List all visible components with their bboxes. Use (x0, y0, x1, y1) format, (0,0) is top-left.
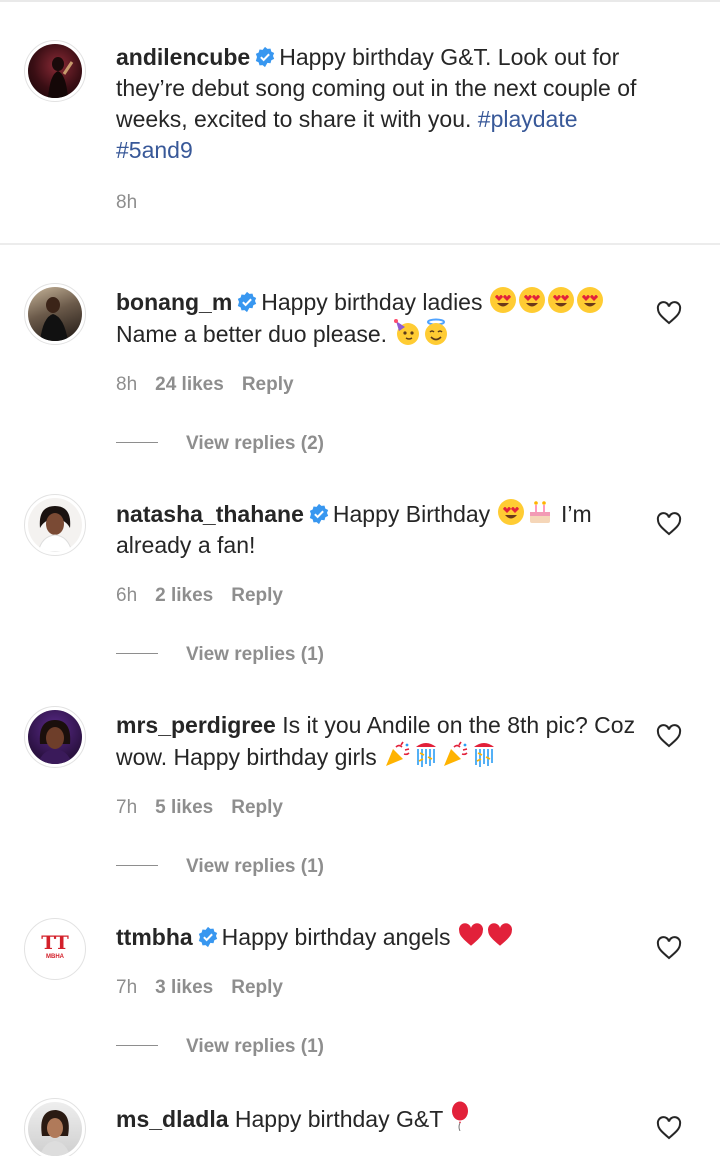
red-heart-emoji-icon (458, 923, 483, 946)
like-heart-icon[interactable] (656, 512, 682, 536)
balloon-emoji-icon (452, 1101, 469, 1131)
heart-eyes-emoji-icon (518, 287, 545, 313)
ttmbha-logo-subtext: MBHA (46, 954, 64, 960)
comment-username[interactable]: natasha_thahane (116, 501, 304, 527)
hashtag-5and9[interactable]: #5and9 (116, 137, 193, 163)
comment-username[interactable]: ttmbha (116, 924, 193, 950)
avatar-ms_dladla[interactable] (24, 1098, 86, 1156)
comment-meta: 7h 3 likes Reply (116, 977, 301, 999)
avatar-bonang_m[interactable] (24, 283, 86, 345)
comment-body: Happy birthday G&T (234, 1106, 443, 1132)
top-divider (0, 0, 720, 2)
view-replies-button[interactable]: View replies (1) (116, 1036, 324, 1058)
party-popper-emoji-icon (444, 741, 468, 766)
confetti-ball-emoji-icon (416, 743, 437, 767)
birthday-cake-emoji-icon (529, 501, 550, 523)
comment-body-continued: Name a better duo please. (116, 321, 388, 347)
reply-button[interactable]: Reply (231, 585, 283, 606)
view-replies-button[interactable]: View replies (2) (116, 433, 324, 455)
verified-badge-icon (309, 503, 329, 525)
reply-button[interactable]: Reply (231, 797, 283, 818)
reply-button[interactable]: Reply (242, 374, 294, 395)
comment-text: natasha_thahane Happy Birthday I’m alread… (116, 498, 656, 561)
view-replies-label: View replies (1) (186, 644, 324, 665)
replies-dash (116, 1045, 158, 1046)
avatar-andilencube[interactable] (24, 40, 86, 102)
comment-meta: 6h 2 likes Reply (116, 585, 301, 607)
comment-likes[interactable]: 3 likes (155, 977, 213, 998)
comment-time: 7h (116, 797, 138, 818)
comment-text: ms_dladla Happy birthday G&T (116, 1101, 656, 1135)
comment-meta: 8h 24 likes Reply (116, 374, 312, 396)
comment-body: Happy Birthday (332, 501, 491, 527)
caption-username[interactable]: andilencube (116, 44, 250, 70)
party-popper-emoji-icon (386, 741, 410, 766)
halo-face-emoji-icon (425, 318, 448, 345)
caption-time: 8h (116, 192, 138, 213)
like-heart-icon[interactable] (656, 301, 682, 325)
comment-time: 6h (116, 585, 138, 606)
comment-username[interactable]: mrs_perdigree (116, 712, 276, 738)
replies-dash (116, 865, 158, 866)
comment-time: 7h (116, 977, 138, 998)
heart-eyes-emoji-icon (497, 499, 524, 525)
red-heart-emoji-icon (487, 923, 512, 946)
verified-badge-icon (256, 46, 275, 68)
replies-dash (116, 653, 158, 654)
comment-likes[interactable]: 2 likes (155, 585, 213, 606)
like-heart-icon[interactable] (656, 936, 682, 960)
view-replies-button[interactable]: View replies (1) (116, 856, 324, 878)
caption-meta: 8h (116, 192, 155, 214)
comment-username[interactable]: bonang_m (116, 289, 232, 315)
verified-badge-icon (198, 926, 217, 948)
heart-eyes-emoji-icon (576, 287, 603, 313)
view-replies-label: View replies (2) (186, 433, 324, 454)
reply-button[interactable]: Reply (231, 977, 283, 998)
replies-dash (116, 442, 158, 443)
comment-text: ttmbha Happy birthday angels (116, 921, 656, 953)
like-heart-icon[interactable] (656, 1116, 682, 1140)
comment-meta: 7h 5 likes Reply (116, 797, 301, 819)
partying-face-emoji-icon (394, 319, 420, 345)
comment-body: Happy birthday ladies (261, 289, 483, 315)
avatar-ttmbha[interactable]: TT MBHA (24, 918, 86, 980)
caption-text: andilencube Happy birthday G&T. Look out … (116, 42, 656, 166)
like-heart-icon[interactable] (656, 724, 682, 748)
view-replies-label: View replies (1) (186, 1036, 324, 1057)
heart-eyes-emoji-icon (547, 287, 574, 313)
comment-time: 8h (116, 374, 138, 395)
avatar-mrs_perdigree[interactable] (24, 706, 86, 768)
comment-text: mrs_perdigree Is it you Andile on the 8t… (116, 710, 656, 773)
comment-likes[interactable]: 24 likes (155, 374, 224, 395)
avatar-natasha_thahane[interactable] (24, 494, 86, 556)
confetti-ball-emoji-icon (474, 743, 495, 767)
hashtag-playdate[interactable]: #playdate (478, 106, 578, 132)
comment-username[interactable]: ms_dladla (116, 1106, 229, 1132)
comment-body: Happy birthday angels (221, 924, 451, 950)
ttmbha-logo-text: TT (41, 932, 69, 954)
verified-badge-icon (238, 291, 257, 313)
view-replies-button[interactable]: View replies (1) (116, 644, 324, 666)
caption-divider (0, 243, 720, 245)
comment-text: bonang_m Happy birthday ladies Name a bet… (116, 286, 656, 350)
view-replies-label: View replies (1) (186, 856, 324, 877)
comment-likes[interactable]: 5 likes (155, 797, 213, 818)
heart-eyes-emoji-icon (489, 287, 516, 313)
